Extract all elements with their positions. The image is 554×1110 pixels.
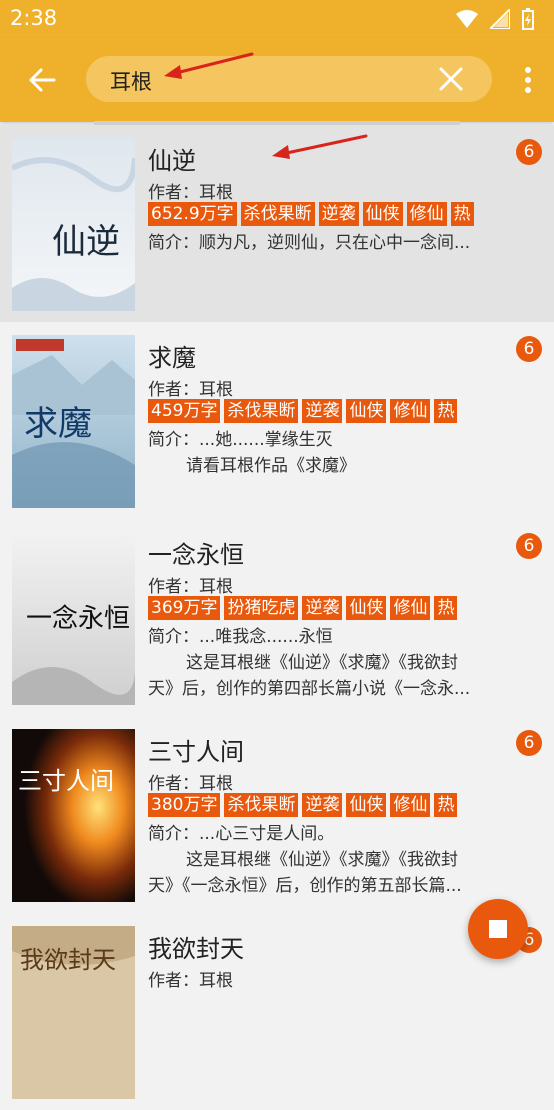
book-title: 求魔	[148, 344, 196, 372]
tag: 修仙	[390, 793, 431, 817]
source-count-badge: 6	[516, 336, 542, 362]
status-time: 2:38	[10, 6, 58, 30]
source-count-badge: 6	[516, 139, 542, 165]
search-toolbar: 耳根	[0, 38, 554, 122]
more-vertical-icon	[525, 67, 531, 93]
tag: 逆袭	[302, 399, 343, 423]
book-author: 作者：耳根	[148, 971, 233, 991]
tag: 修仙	[390, 596, 431, 620]
cover-title-text: 仙逆	[52, 222, 120, 262]
tag: 杀伐果断	[224, 399, 299, 423]
book-title: 仙逆	[148, 147, 196, 175]
cover-title-text: 一念永恒	[26, 604, 130, 634]
book-intro: 简介：...她......掌缘生灭 请看耳根作品《求魔》	[148, 427, 498, 479]
book-cover: 仙逆	[12, 138, 135, 311]
book-author: 作者：耳根	[148, 380, 233, 400]
battery-charging-icon	[522, 8, 534, 30]
intro-line: 请看耳根作品《求魔》	[186, 456, 356, 476]
book-cover: 三寸人间	[12, 729, 135, 902]
book-intro: 简介：...唯我念......永恒 这是耳根继《仙逆》《求魔》《我欲封 天》后，…	[148, 624, 498, 702]
tag: 热	[434, 793, 458, 817]
source-count-badge: 6	[516, 730, 542, 756]
tag: 仙侠	[346, 399, 387, 423]
intro-line: 简介：...心三寸是人间。	[148, 824, 335, 844]
book-list[interactable]: 仙逆 仙逆 作者：耳根 652.9万字 杀伐果断 逆袭 仙侠 修仙 热 简介：顺…	[0, 125, 554, 1110]
book-tags: 459万字 杀伐果断 逆袭 仙侠 修仙 热	[148, 399, 502, 425]
tag: 热	[434, 596, 458, 620]
cover-title-text: 求魔	[24, 404, 92, 444]
book-cover: 我欲封天	[12, 926, 135, 1099]
intro-line: 天》后，创作的第四部长篇小说《一念永...	[148, 679, 471, 699]
search-input[interactable]: 耳根	[86, 56, 492, 102]
stop-icon	[489, 920, 507, 938]
tag-word-count: 369万字	[148, 596, 221, 620]
intro-line: 简介：顺为凡，逆则仙，只在心中一念间...	[148, 233, 471, 253]
tag: 杀伐果断	[240, 202, 315, 226]
book-title: 我欲封天	[148, 935, 244, 963]
status-bar: 2:38	[0, 0, 554, 38]
book-author: 作者：耳根	[148, 183, 233, 203]
intro-line: 简介：...她......掌缘生灭	[148, 430, 333, 450]
close-icon	[439, 67, 463, 91]
status-icons	[456, 8, 534, 30]
book-tags: 369万字 扮猪吃虎 逆袭 仙侠 修仙 热	[148, 596, 502, 622]
tag: 逆袭	[318, 202, 359, 226]
tag: 热	[450, 202, 474, 226]
book-cover: 一念永恒	[12, 532, 135, 705]
tag: 热	[434, 399, 458, 423]
book-row[interactable]: 求魔 求魔 作者：耳根 459万字 杀伐果断 逆袭 仙侠 修仙 热 简介：...…	[0, 322, 554, 519]
book-row[interactable]: 三寸人间 三寸人间 作者：耳根 380万字 杀伐果断 逆袭 仙侠 修仙 热 简介…	[0, 716, 554, 913]
signal-icon	[490, 9, 510, 29]
book-author: 作者：耳根	[148, 774, 233, 794]
tag-word-count: 652.9万字	[148, 202, 237, 226]
book-row[interactable]: 仙逆 仙逆 作者：耳根 652.9万字 杀伐果断 逆袭 仙侠 修仙 热 简介：顺…	[0, 125, 554, 322]
book-tags: 380万字 杀伐果断 逆袭 仙侠 修仙 热	[148, 793, 502, 819]
back-button[interactable]	[26, 64, 58, 96]
search-query[interactable]: 耳根	[110, 66, 152, 96]
cover-title-text: 三寸人间	[18, 767, 114, 795]
book-intro: 简介：...心三寸是人间。 这是耳根继《仙逆》《求魔》《我欲封 天》《一念永恒》…	[148, 821, 498, 899]
tag: 修仙	[390, 399, 431, 423]
intro-line: 这是耳根继《仙逆》《求魔》《我欲封	[186, 850, 458, 870]
intro-line: 这是耳根继《仙逆》《求魔》《我欲封	[186, 653, 458, 673]
tag-word-count: 380万字	[148, 793, 221, 817]
book-author: 作者：耳根	[148, 577, 233, 597]
cover-title-text: 我欲封天	[20, 946, 116, 974]
overflow-menu-button[interactable]	[524, 66, 532, 94]
tag-word-count: 459万字	[148, 399, 221, 423]
tag: 逆袭	[302, 596, 343, 620]
clear-search-button[interactable]	[438, 66, 464, 92]
book-tags: 652.9万字 杀伐果断 逆袭 仙侠 修仙 热	[148, 202, 502, 228]
book-intro: 简介：顺为凡，逆则仙，只在心中一念间...	[148, 230, 498, 256]
book-title: 一念永恒	[148, 541, 244, 569]
wifi-icon	[456, 10, 478, 28]
source-count-badge: 6	[516, 533, 542, 559]
tag: 修仙	[406, 202, 447, 226]
intro-line: 天》《一念永恒》后，创作的第五部长篇...	[148, 876, 462, 896]
stop-fab-button[interactable]	[468, 899, 528, 959]
tag: 逆袭	[302, 793, 343, 817]
tag: 仙侠	[346, 793, 387, 817]
tag: 仙侠	[362, 202, 403, 226]
book-row[interactable]: 一念永恒 一念永恒 作者：耳根 369万字 扮猪吃虎 逆袭 仙侠 修仙 热 简介…	[0, 519, 554, 716]
book-title: 三寸人间	[148, 738, 244, 766]
back-arrow-icon	[29, 68, 56, 92]
intro-line: 简介：...唯我念......永恒	[148, 627, 333, 647]
tag: 杀伐果断	[224, 793, 299, 817]
tag: 仙侠	[346, 596, 387, 620]
tag: 扮猪吃虎	[224, 596, 299, 620]
book-cover: 求魔	[12, 335, 135, 508]
